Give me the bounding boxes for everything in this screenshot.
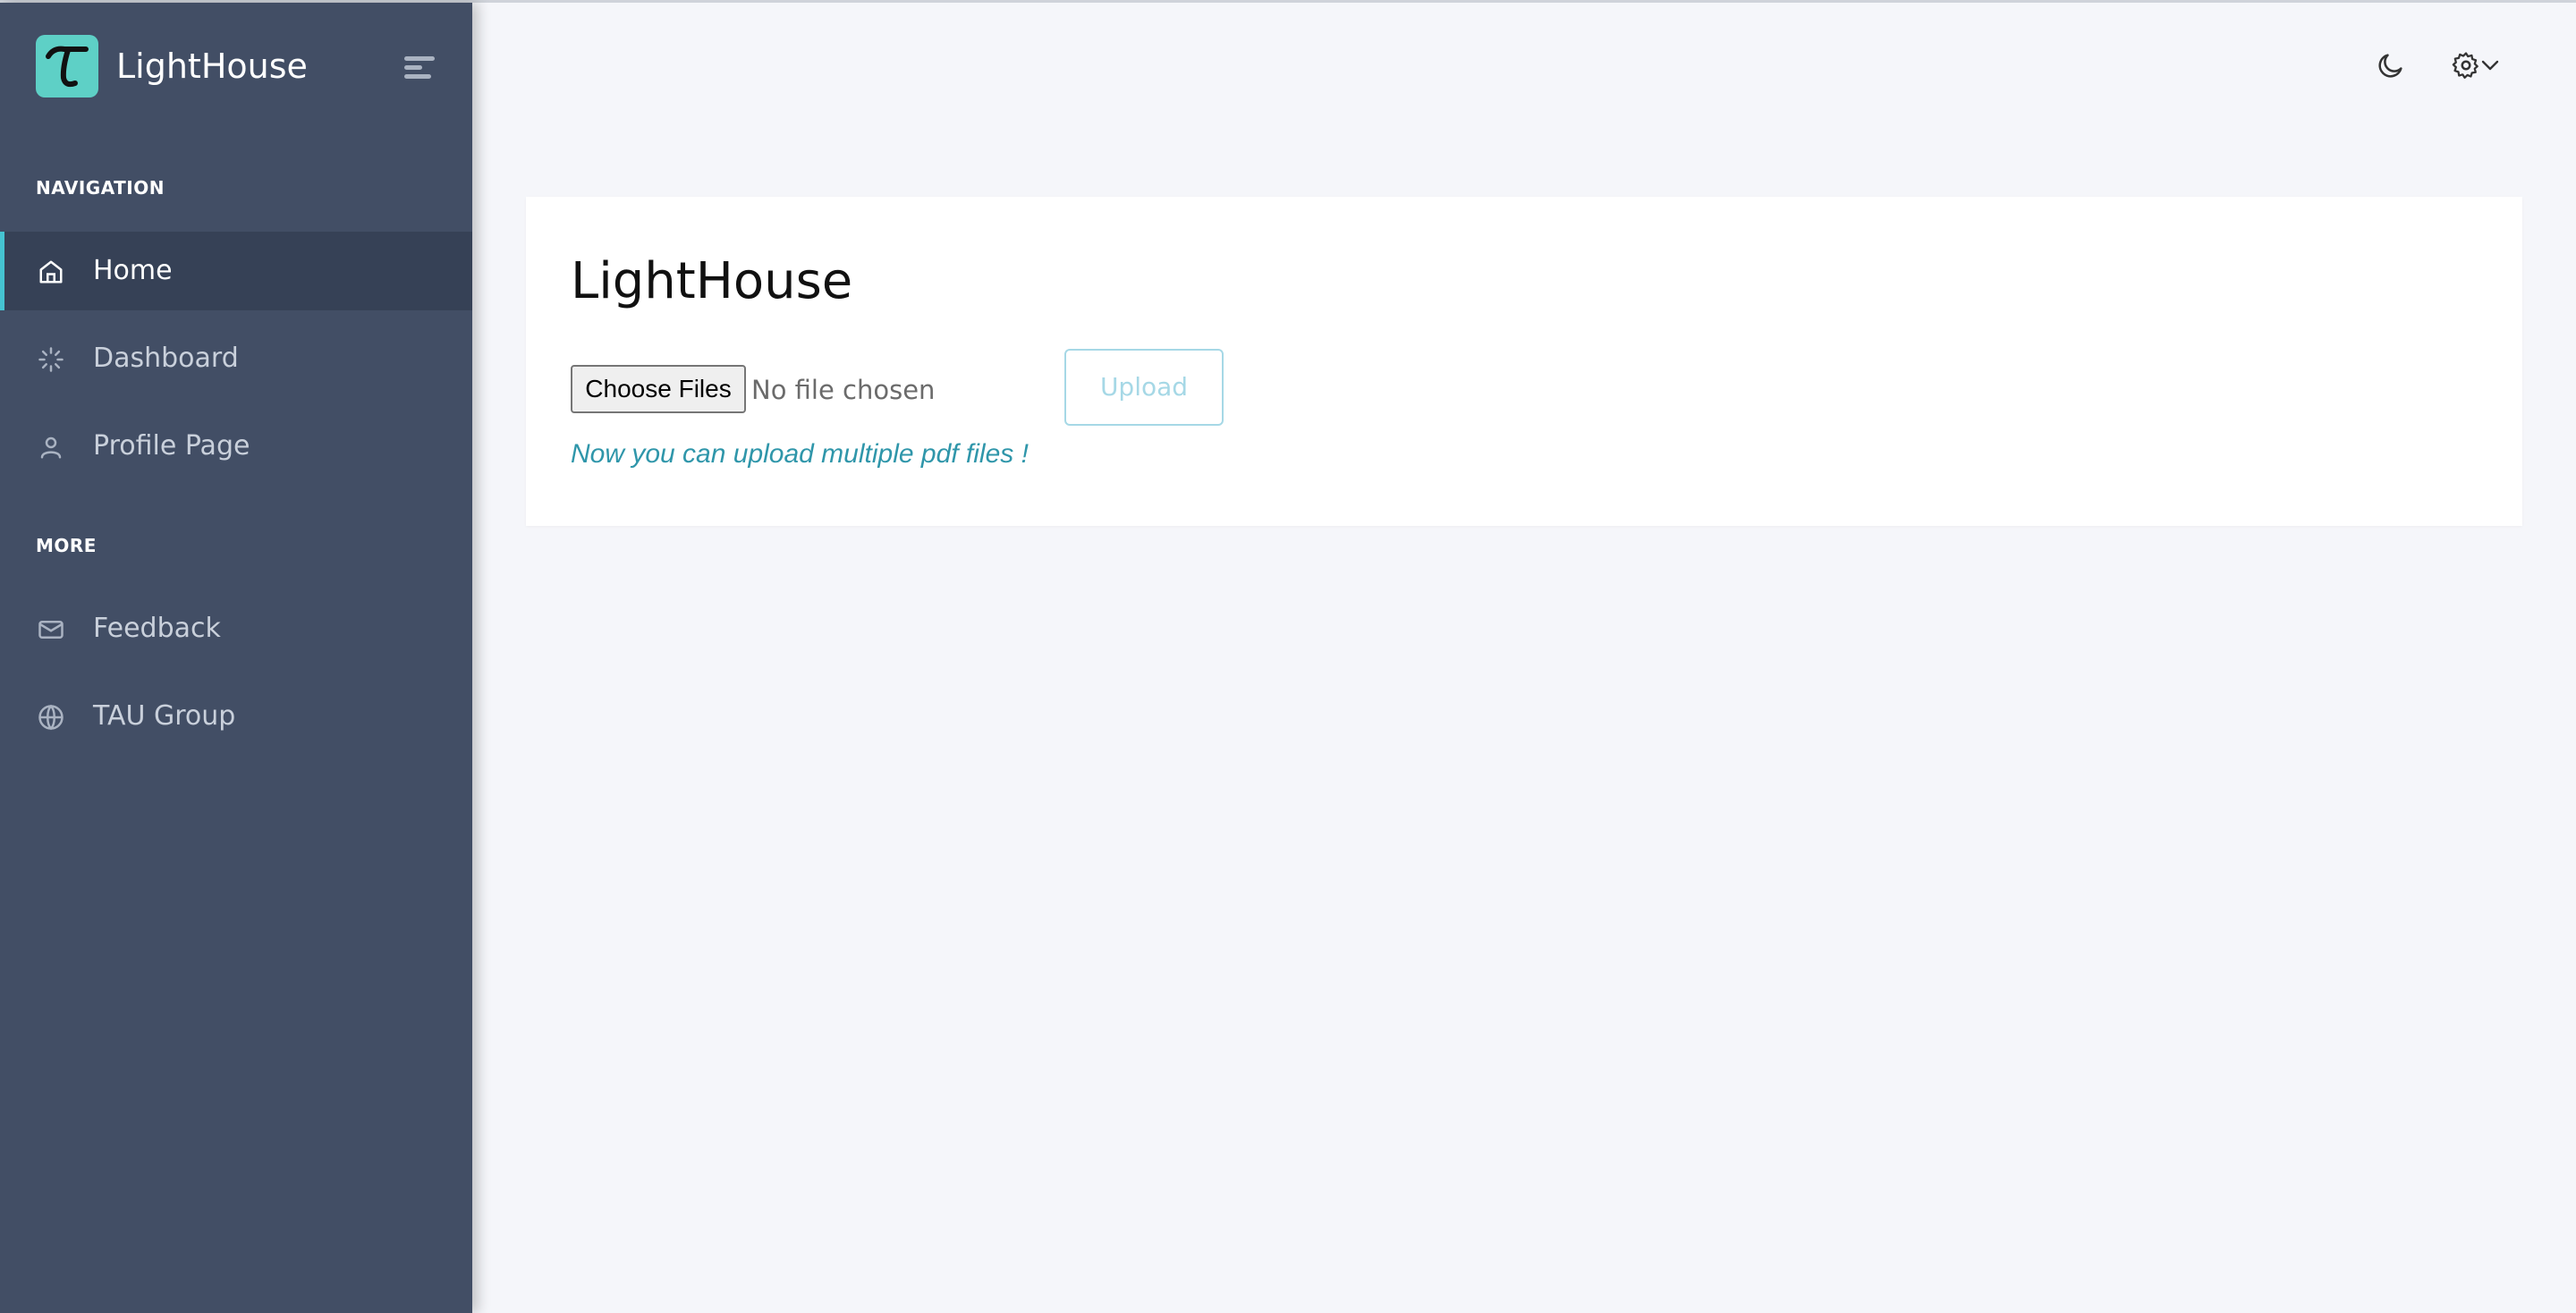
upload-card: LightHouse Choose Files No file chosen U… <box>526 197 2522 526</box>
sidebar-item-label: TAU Group <box>93 700 236 732</box>
sidebar-item-label: Home <box>93 255 173 286</box>
brand[interactable]: LightHouse <box>36 35 438 99</box>
choose-files-button[interactable]: Choose Files <box>571 365 746 413</box>
moon-icon[interactable] <box>2376 50 2406 80</box>
upload-button[interactable]: Upload <box>1064 349 1224 426</box>
sidebar: LightHouse NAVIGATION Home Dashboard Pro… <box>0 3 472 1313</box>
mail-icon <box>38 621 64 639</box>
sidebar-item-label: Profile Page <box>93 430 250 462</box>
tau-logo-icon <box>46 46 89 88</box>
sidebar-item-label: Dashboard <box>93 343 239 374</box>
sidebar-item-profile-page[interactable]: Profile Page <box>0 407 472 486</box>
chevron-down-icon[interactable] <box>2479 50 2501 80</box>
file-status-text: No file chosen <box>751 375 936 405</box>
page-title: LightHouse <box>571 252 853 310</box>
app-root: LightHouse NAVIGATION Home Dashboard Pro… <box>0 0 2576 1313</box>
user-icon <box>40 436 62 459</box>
upload-hint: Now you can upload multiple pdf files ! <box>571 439 1029 469</box>
brand-logo <box>36 35 98 97</box>
sidebar-item-feedback[interactable]: Feedback <box>0 589 472 668</box>
home-icon <box>39 260 63 284</box>
sidebar-item-label: Feedback <box>93 613 221 644</box>
sidebar-item-tau-group[interactable]: TAU Group <box>0 677 472 756</box>
brand-name: LightHouse <box>116 47 308 86</box>
section-label-more: MORE <box>36 535 97 556</box>
sidebar-item-home[interactable]: Home <box>0 232 472 310</box>
loader-icon <box>38 347 64 372</box>
menu-toggle-icon[interactable] <box>404 56 435 80</box>
sidebar-item-dashboard[interactable]: Dashboard <box>0 319 472 398</box>
gear-icon[interactable] <box>2451 50 2481 80</box>
section-label-navigation: NAVIGATION <box>36 177 165 199</box>
globe-icon <box>38 704 64 731</box>
